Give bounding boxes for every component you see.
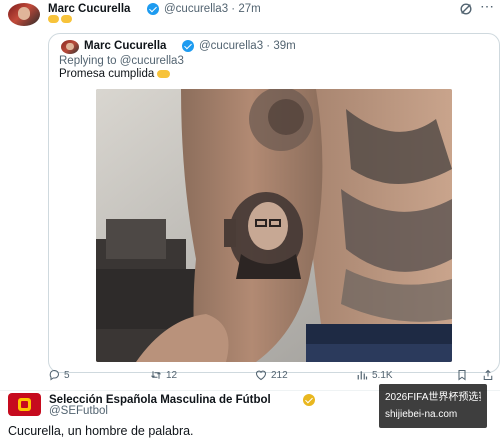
tattoo-photo[interactable]	[96, 89, 452, 362]
author-handle[interactable]: @cucurella3 · 27m	[164, 3, 261, 15]
retweet-button[interactable]: 12	[150, 369, 177, 381]
verified-badge-icon	[303, 394, 315, 406]
clap-emoji-icon	[48, 15, 59, 23]
author-name[interactable]: Marc Cucurella	[48, 3, 130, 15]
avatar[interactable]	[8, 393, 41, 416]
like-count: 212	[271, 369, 288, 381]
tweet-text: Cucurella, un hombre de palabra.	[8, 424, 194, 438]
reply-icon	[49, 369, 60, 381]
like-button[interactable]: 212	[255, 369, 288, 381]
watermark-line: 2026FIFA世界杯预选赛	[385, 392, 481, 403]
views-chart-icon	[357, 371, 368, 380]
heart-icon	[255, 370, 267, 381]
retweet-count: 12	[166, 369, 178, 381]
author-handle[interactable]: @SEFutbol	[49, 405, 108, 417]
bookmark-button[interactable]	[456, 369, 468, 381]
emoji-row	[48, 15, 74, 25]
main-tweet[interactable]: Marc Cucurella @cucurella3 · 27m ⋯ Marc …	[0, 0, 500, 390]
crest-icon	[18, 398, 31, 411]
quoted-handle: @cucurella3 · 39m	[199, 40, 296, 52]
replying-to: Replying to @cucurella3	[59, 55, 184, 67]
tattoo-image-icon	[96, 89, 452, 362]
reply-count: 5	[64, 369, 70, 381]
verified-badge-icon	[182, 40, 194, 52]
reply-button[interactable]: 5	[48, 369, 70, 381]
clap-emoji-icon	[157, 69, 171, 78]
share-icon	[483, 369, 493, 381]
retweet-icon	[151, 371, 161, 379]
quoted-text: Promesa cumplida	[59, 68, 171, 80]
views-count: 5.1K	[372, 369, 393, 381]
clap-emoji-icon	[61, 15, 72, 23]
watermark: 2026FIFA世界杯预选赛 shijiebei-na.com	[379, 384, 487, 428]
watermark-line: shijiebei-na.com	[385, 409, 458, 420]
more-options-icon[interactable]: ⋯	[480, 0, 496, 14]
verified-badge-icon	[147, 3, 159, 15]
views-button[interactable]: 5.1K	[356, 369, 393, 381]
quoted-avatar	[61, 40, 79, 54]
quoted-author-name: Marc Cucurella	[84, 40, 167, 52]
grok-icon[interactable]	[459, 2, 473, 16]
action-bar: 5 12 212 5.1K	[0, 369, 500, 385]
share-button[interactable]	[482, 369, 494, 381]
avatar[interactable]	[8, 3, 40, 26]
bookmark-icon	[458, 369, 466, 381]
